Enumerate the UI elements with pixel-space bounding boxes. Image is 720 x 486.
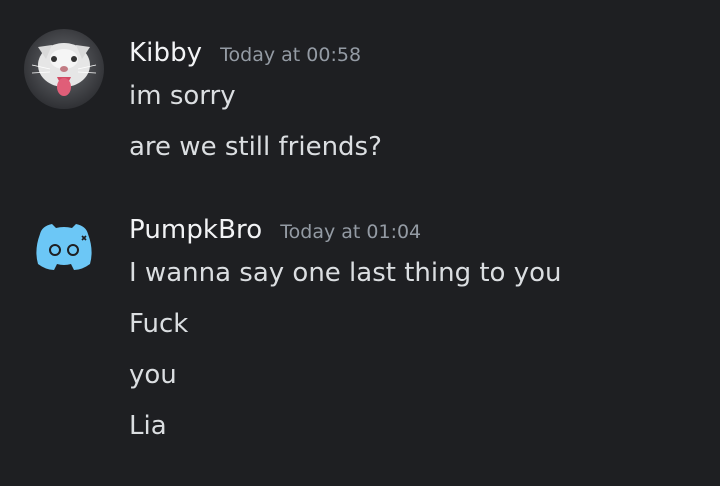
message-text: Fuck [129, 309, 189, 339]
user-avatar-kibby[interactable] [24, 29, 104, 109]
discord-logo-icon [36, 224, 92, 270]
message-text: are we still friends? [129, 132, 382, 162]
username[interactable]: PumpkBro [129, 215, 262, 245]
message-header: Kibby Today at 00:58 [129, 38, 361, 68]
message-text: Lia [129, 411, 167, 441]
message-text: im sorry [129, 81, 236, 111]
user-avatar-pumpkbro[interactable] [24, 206, 104, 286]
message-text: you [129, 360, 177, 390]
timestamp[interactable]: Today at 01:04 [280, 221, 421, 243]
cat-avatar-icon [24, 29, 104, 109]
timestamp[interactable]: Today at 00:58 [220, 44, 361, 66]
username[interactable]: Kibby [129, 38, 202, 68]
message-text: I wanna say one last thing to you [129, 258, 562, 288]
chat-messages: Kibby Today at 00:58 im sorry are we sti… [0, 0, 720, 486]
message-header: PumpkBro Today at 01:04 [129, 215, 421, 245]
